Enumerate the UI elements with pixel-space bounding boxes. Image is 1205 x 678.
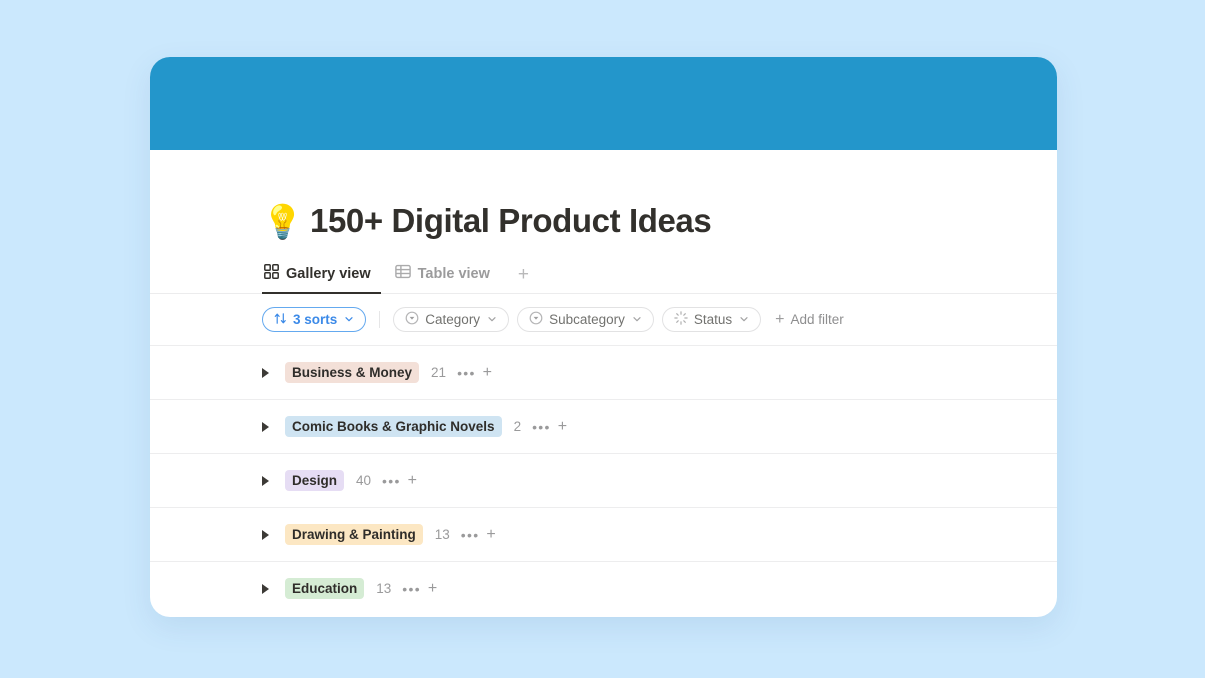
filter-chip-category-label: Category xyxy=(425,312,481,327)
group-count: 21 xyxy=(431,365,447,380)
database-card: 💡 150+ Digital Product Ideas Gallery vie… xyxy=(150,57,1057,617)
group-row: Comic Books & Graphic Novels 2 ••• + xyxy=(150,399,1057,453)
group-add-record-button[interactable]: + xyxy=(558,418,567,435)
group-add-record-button[interactable]: + xyxy=(428,580,437,597)
add-filter-label: Add filter xyxy=(790,312,844,327)
tab-table-view-label: Table view xyxy=(417,265,490,282)
group-collapse-caret[interactable] xyxy=(262,421,269,432)
toolbar: 3 sorts Category Subcategory Status + Ad… xyxy=(150,294,1057,345)
status-spinner-icon xyxy=(674,311,688,328)
page-title-row: 💡 150+ Digital Product Ideas xyxy=(150,150,1057,240)
group-count: 13 xyxy=(376,581,392,596)
filter-chip-subcategory-label: Subcategory xyxy=(549,312,625,327)
group-collapse-caret[interactable] xyxy=(262,583,269,594)
group-more-options-button[interactable]: ••• xyxy=(457,366,476,380)
sort-arrows-icon xyxy=(274,312,287,328)
view-tabs: Gallery view Table view + xyxy=(150,260,1057,294)
group-collapse-caret[interactable] xyxy=(262,367,269,378)
group-row: Drawing & Painting 13 ••• + xyxy=(150,507,1057,561)
group-count: 40 xyxy=(356,473,372,488)
group-add-record-button[interactable]: + xyxy=(408,472,417,489)
group-count: 2 xyxy=(513,419,522,434)
chevron-down-icon xyxy=(344,312,354,327)
filter-chip-category[interactable]: Category xyxy=(393,307,510,332)
single-select-icon xyxy=(405,311,419,328)
group-label-badge: Education xyxy=(285,578,365,599)
page-title: 150+ Digital Product Ideas xyxy=(310,202,712,239)
add-view-button[interactable]: + xyxy=(512,263,535,293)
group-add-record-button[interactable]: + xyxy=(483,364,492,381)
group-more-options-button[interactable]: ••• xyxy=(532,420,551,434)
page-body: 💡 150+ Digital Product Ideas Gallery vie… xyxy=(150,150,1057,615)
light-bulb-icon: 💡 xyxy=(262,202,304,240)
tab-gallery-view-label: Gallery view xyxy=(286,265,371,282)
sorts-chip-label: 3 sorts xyxy=(293,312,338,327)
filter-chip-status[interactable]: Status xyxy=(661,307,762,332)
group-label-badge: Design xyxy=(285,470,345,491)
group-collapse-caret[interactable] xyxy=(262,529,269,540)
toolbar-divider xyxy=(379,311,381,328)
group-more-options-button[interactable]: ••• xyxy=(382,474,401,488)
gallery-grid-icon xyxy=(264,264,279,283)
add-filter-button[interactable]: + Add filter xyxy=(775,310,844,328)
chevron-down-icon xyxy=(739,312,749,327)
group-row: Business & Money 21 ••• + xyxy=(150,345,1057,399)
group-label-badge: Business & Money xyxy=(285,362,420,383)
chevron-down-icon xyxy=(487,312,497,327)
group-list: Business & Money 21 ••• + Comic Books & Grap… xyxy=(150,345,1057,615)
single-select-icon xyxy=(529,311,543,328)
filter-chip-subcategory[interactable]: Subcategory xyxy=(517,307,654,332)
group-label-badge: Drawing & Painting xyxy=(285,524,423,545)
group-add-record-button[interactable]: + xyxy=(486,526,495,543)
cover-banner xyxy=(150,57,1057,150)
group-row: Education 13 ••• + xyxy=(150,561,1057,615)
group-more-options-button[interactable]: ••• xyxy=(461,528,480,542)
group-row: Design 40 ••• + xyxy=(150,453,1057,507)
table-grid-icon xyxy=(394,264,411,283)
group-label-badge: Comic Books & Graphic Novels xyxy=(285,416,502,437)
sorts-chip[interactable]: 3 sorts xyxy=(262,307,367,332)
plus-icon: + xyxy=(775,310,785,328)
chevron-down-icon xyxy=(632,312,642,327)
filter-chip-status-label: Status xyxy=(693,312,733,327)
group-collapse-caret[interactable] xyxy=(262,475,269,486)
group-more-options-button[interactable]: ••• xyxy=(402,582,421,596)
tab-table-view[interactable]: Table view xyxy=(393,260,500,294)
group-count: 13 xyxy=(434,527,450,542)
tab-gallery-view[interactable]: Gallery view xyxy=(262,260,381,294)
